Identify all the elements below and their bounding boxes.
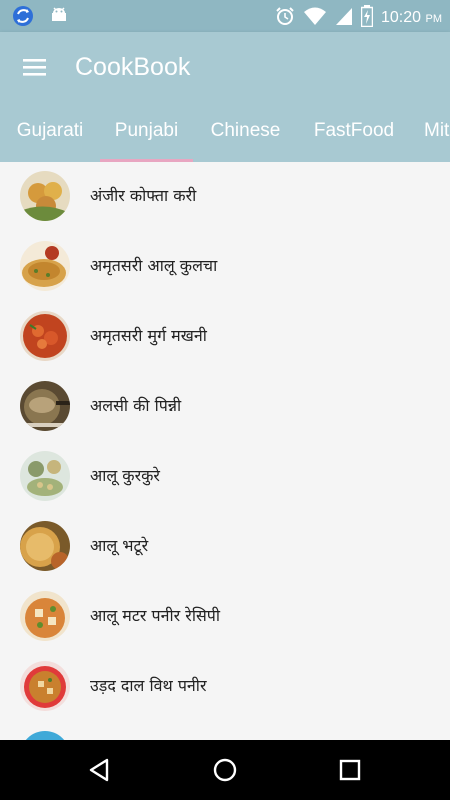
sync-icon [12,5,34,31]
app-title: CookBook [75,53,191,81]
recipe-name: आलू भटूरे [90,536,149,555]
recipe-list-item[interactable]: अलसी की पिन्नी [0,372,450,442]
recipe-name: अमृतसरी आलू कुलचा [90,256,218,275]
recipe-list-item[interactable]: आलू भटूरे [0,512,450,582]
recipe-name: अलसी की पिन्नी [90,396,182,415]
recipe-list-item[interactable]: अमृतसरी मुर्ग मखनी [0,302,450,372]
recipe-thumbnail [20,241,70,291]
tab-gujarati[interactable]: Gujarati [0,100,100,162]
wifi-icon [303,6,327,30]
recents-icon[interactable] [335,755,365,785]
recipe-name: अमृतसरी मुर्ग मखनी [90,326,207,345]
recipe-name: उड़द दाल विथ पनीर [90,676,207,695]
navigation-bar [0,740,450,800]
tab-punjabi[interactable]: Punjabi [100,100,193,162]
recipe-name: आलू कुरकुरे [90,466,160,485]
alarm-icon [275,6,295,30]
recipe-list-item[interactable] [0,722,450,740]
recipe-thumbnail [20,171,70,221]
recipe-thumbnail [20,591,70,641]
tab-chinese[interactable]: Chinese [193,100,298,162]
signal-icon [335,6,353,30]
recipe-thumbnail [20,311,70,361]
status-bar: 10:20 PM [0,0,450,32]
category-tabs: Gujarati Punjabi Chinese FastFood Mit [0,100,450,162]
recipe-list-item[interactable]: आलू मटर पनीर रेसिपी [0,582,450,652]
tab-mit[interactable]: Mit [410,100,450,162]
tab-fastfood[interactable]: FastFood [298,100,410,162]
recipe-list-item[interactable]: उड़द दाल विथ पनीर [0,652,450,722]
android-icon [48,5,70,31]
recipe-thumbnail [20,451,70,501]
recipe-thumbnail [20,381,70,431]
recipe-list-item[interactable]: आलू कुरकुरे [0,442,450,512]
back-icon[interactable] [85,755,115,785]
recipe-thumbnail [20,731,70,740]
recipe-name: आलू मटर पनीर रेसिपी [90,606,221,625]
home-icon[interactable] [210,755,240,785]
hamburger-menu-icon[interactable] [20,54,50,80]
recipe-name: अंजीर कोफ्ता करी [90,186,197,205]
recipe-thumbnail [20,521,70,571]
recipe-thumbnail [20,661,70,711]
recipe-list: अंजीर कोफ्ता करी अमृतसरी आलू कुलचा अमृतस… [0,162,450,740]
app-bar: CookBook Gujarati Punjabi Chinese FastFo… [0,32,450,162]
recipe-list-item[interactable]: अंजीर कोफ्ता करी [0,162,450,232]
battery-icon [360,5,374,31]
recipe-list-item[interactable]: अमृतसरी आलू कुलचा [0,232,450,302]
status-time: 10:20 PM [381,8,442,26]
